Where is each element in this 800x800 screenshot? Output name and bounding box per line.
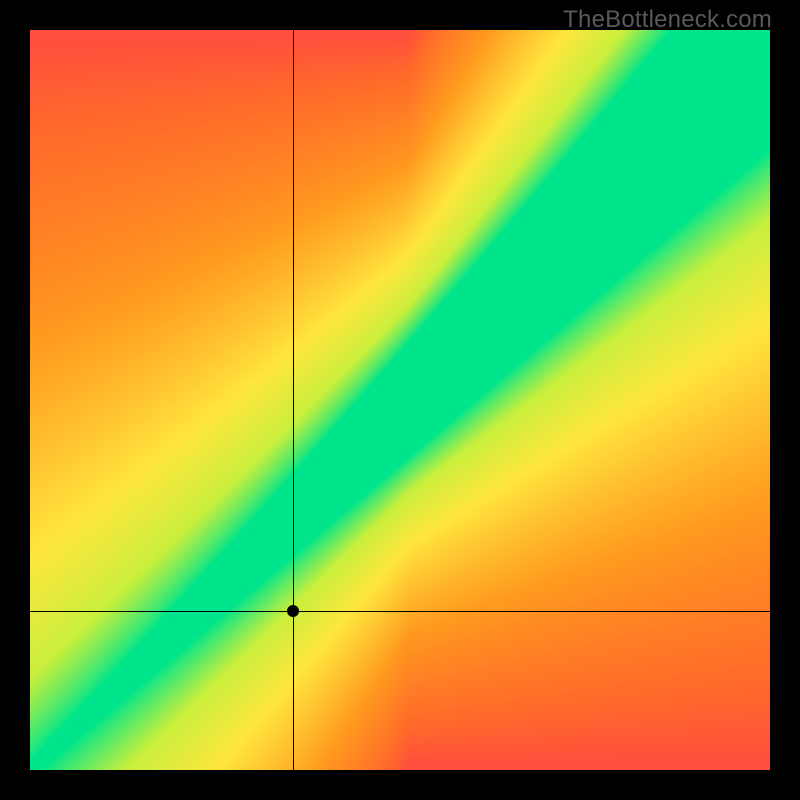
bottleneck-heatmap <box>30 30 770 770</box>
chart-frame: TheBottleneck.com <box>0 0 800 800</box>
plot-area <box>30 30 770 770</box>
